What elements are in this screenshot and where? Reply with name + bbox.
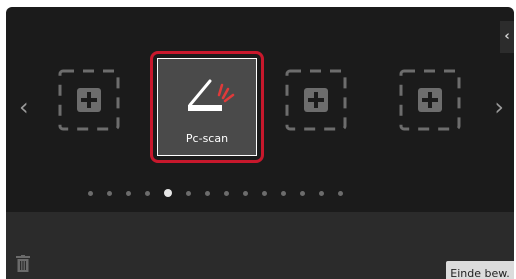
page-dot[interactable] (281, 190, 286, 196)
page-dot[interactable] (243, 190, 248, 196)
page-dot[interactable] (126, 190, 131, 196)
add-icon (285, 69, 347, 131)
page-dot[interactable] (319, 190, 324, 196)
empty-slot-1[interactable] (58, 69, 120, 131)
add-icon (58, 69, 120, 131)
page-dot[interactable] (338, 190, 343, 196)
page-dot[interactable] (88, 190, 93, 196)
app-label: Pc-scan (185, 132, 229, 145)
empty-slot-2[interactable] (285, 69, 347, 131)
page-indicator (88, 188, 343, 198)
page-dot[interactable] (262, 190, 267, 196)
app-tile: Pc-scan (157, 58, 257, 156)
next-page-arrow[interactable]: › (494, 95, 504, 119)
page-dot[interactable] (224, 190, 229, 196)
done-edit-button[interactable]: Einde bew. (446, 261, 514, 279)
page-dot-active[interactable] (164, 189, 172, 197)
page-dot[interactable] (300, 190, 305, 196)
page-dot[interactable] (205, 190, 210, 196)
home-screen-edit: ‹ ‹ › Pc-scan Einde bew. (6, 7, 514, 279)
bottom-panel (6, 212, 514, 279)
previous-page-arrow[interactable]: ‹ (19, 95, 29, 119)
page-dot[interactable] (186, 190, 191, 196)
scanner-icon (188, 79, 235, 111)
page-dot[interactable] (107, 190, 112, 196)
page-dot[interactable] (145, 190, 150, 196)
collapse-panel-tab[interactable]: ‹ (500, 21, 514, 53)
add-icon (399, 69, 461, 131)
trash-icon[interactable] (16, 255, 30, 272)
empty-slot-3[interactable] (399, 69, 461, 131)
app-pc-scan-selected[interactable]: Pc-scan (150, 51, 264, 163)
